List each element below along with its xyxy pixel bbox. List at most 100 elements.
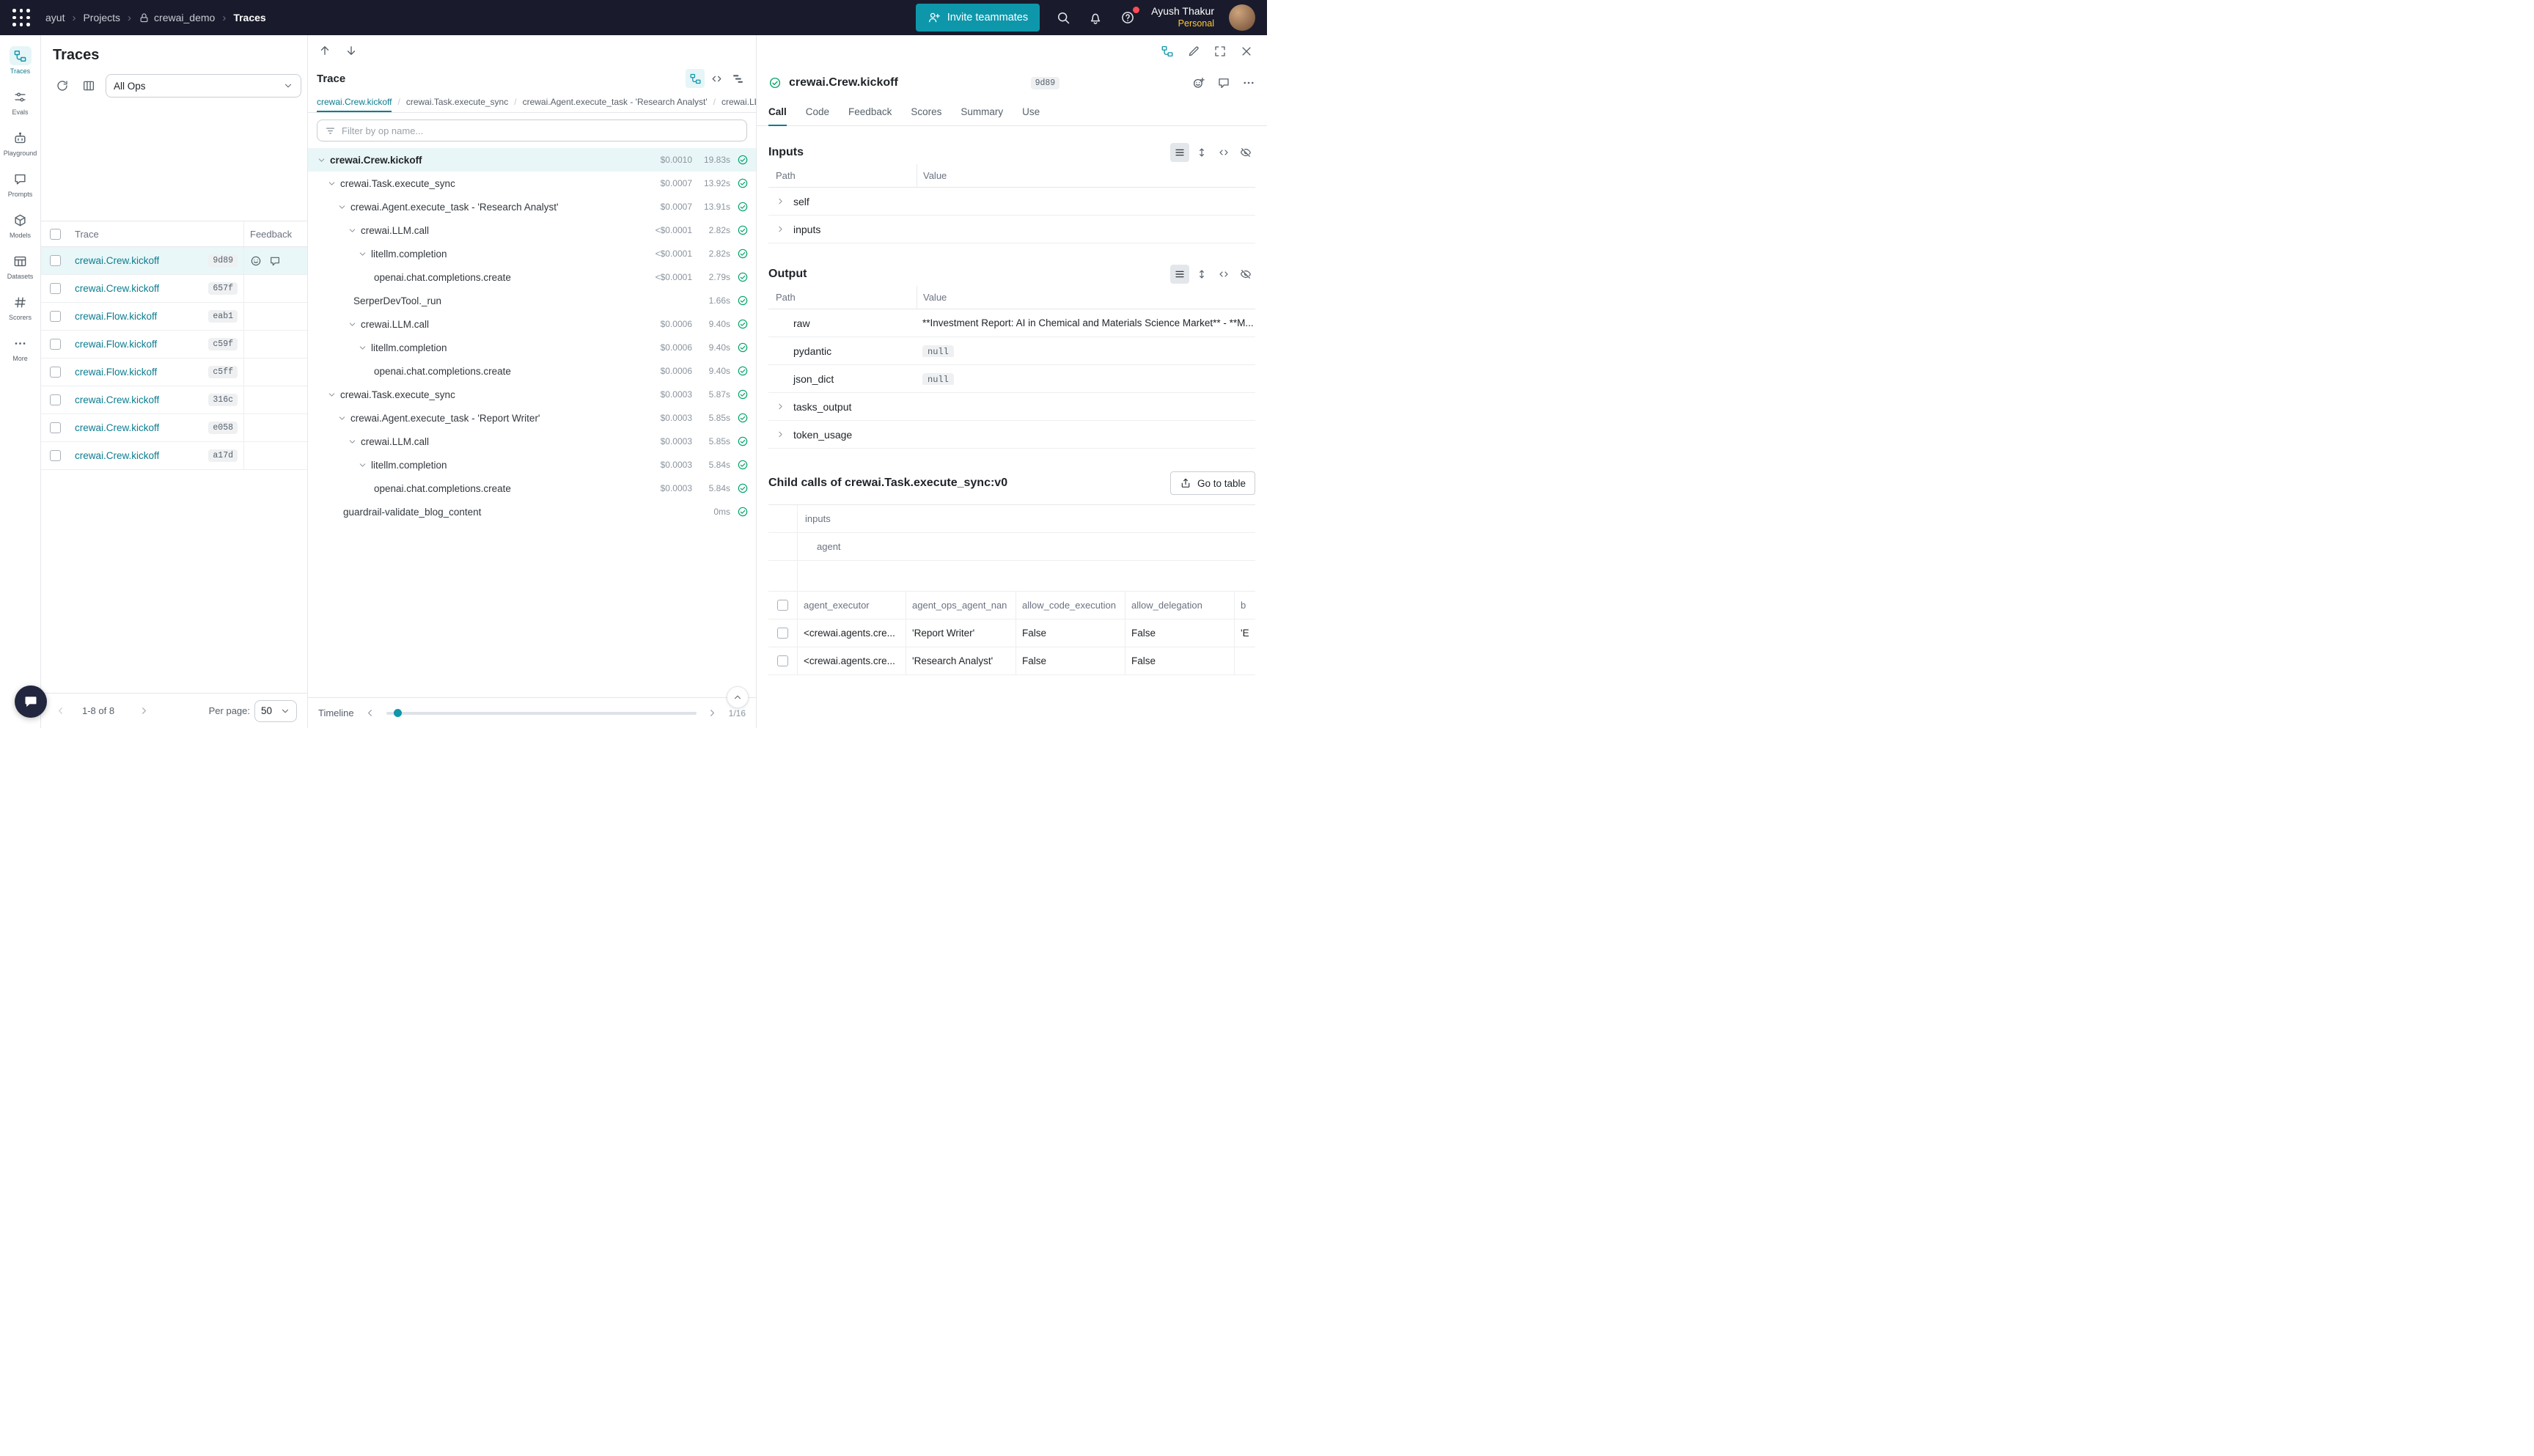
- trace-tree-row[interactable]: SerperDevTool._run 1.66s: [308, 289, 756, 312]
- wandb-logo[interactable]: [12, 8, 31, 27]
- table-row[interactable]: crewai.Flow.kickoffc59f: [41, 331, 307, 359]
- go-to-table-button[interactable]: Go to table: [1170, 471, 1255, 495]
- timeline-slider[interactable]: [386, 712, 697, 715]
- hide-values-icon[interactable]: [1236, 265, 1255, 284]
- timeline-prev-button[interactable]: [363, 706, 378, 721]
- prev-page-button[interactable]: [51, 702, 69, 720]
- chevron-right-icon[interactable]: [776, 196, 793, 206]
- trace-breadcrumb-item[interactable]: crewai.Task.execute_sync: [406, 97, 508, 112]
- timeline-next-button[interactable]: [705, 706, 720, 721]
- table-row[interactable]: crewai.Crew.kickoff657f: [41, 275, 307, 303]
- tab-use[interactable]: Use: [1022, 98, 1040, 126]
- code-view-icon[interactable]: [1214, 265, 1233, 284]
- trace-tree-row[interactable]: crewai.LLM.call $0.0003 5.85s: [308, 430, 756, 453]
- sidebar-item-models[interactable]: Models: [1, 207, 40, 243]
- trace-tree-row[interactable]: litellm.completion $0.0006 9.40s: [308, 336, 756, 359]
- breadcrumb-project[interactable]: crewai_demo: [139, 12, 215, 23]
- expand-all-icon[interactable]: [1192, 143, 1211, 162]
- chevron-down-icon[interactable]: [348, 226, 361, 235]
- chevron-down-icon[interactable]: [358, 249, 371, 259]
- add-reaction-icon[interactable]: [1192, 76, 1205, 89]
- trace-tree-row[interactable]: crewai.LLM.call $0.0006 9.40s: [308, 312, 756, 336]
- chevron-down-icon[interactable]: [327, 390, 340, 400]
- tab-summary[interactable]: Summary: [961, 98, 1003, 126]
- row-checkbox[interactable]: [777, 655, 788, 666]
- trace-breadcrumb-item[interactable]: crewai.Crew.kickoff: [317, 97, 392, 112]
- table-row[interactable]: crewai.Crew.kickoff9d89: [41, 247, 307, 275]
- tab-code[interactable]: Code: [806, 98, 829, 126]
- overflow-menu-icon[interactable]: [1242, 76, 1255, 89]
- search-icon[interactable]: [1054, 9, 1072, 26]
- expand-all-icon[interactable]: [1192, 265, 1211, 284]
- select-all-checkbox[interactable]: [50, 229, 61, 240]
- input-row-self[interactable]: self: [768, 188, 1255, 216]
- chevron-right-icon[interactable]: [776, 224, 793, 234]
- table-row[interactable]: <crewai.agents.cre... 'Report Writer' Fa…: [768, 619, 1255, 647]
- sidebar-item-evals[interactable]: Evals: [1, 84, 40, 120]
- collapse-timeline-button[interactable]: [727, 686, 749, 708]
- sidebar-item-prompts[interactable]: Prompts: [1, 166, 40, 202]
- output-row-tasks-output[interactable]: tasks_output: [768, 393, 1255, 421]
- op-filter-input[interactable]: [342, 125, 739, 136]
- next-page-button[interactable]: [135, 702, 153, 720]
- sidebar-item-datasets[interactable]: Datasets: [1, 248, 40, 284]
- column-header[interactable]: b: [1235, 592, 1255, 619]
- column-settings-button[interactable]: [79, 76, 98, 95]
- open-in-tree-icon[interactable]: [1157, 41, 1178, 62]
- list-view-icon[interactable]: [1170, 265, 1189, 284]
- chevron-down-icon[interactable]: [348, 437, 361, 446]
- comment-icon[interactable]: [1217, 76, 1230, 89]
- trace-tree-row[interactable]: guardrail-validate_blog_content 0ms: [308, 500, 756, 523]
- select-all-checkbox[interactable]: [777, 600, 788, 611]
- sidebar-item-traces[interactable]: Traces: [1, 43, 40, 78]
- chevron-right-icon[interactable]: [776, 402, 793, 411]
- column-header[interactable]: agent_ops_agent_nan: [906, 592, 1016, 619]
- trace-tree-row[interactable]: crewai.Crew.kickoff $0.0010 19.83s: [308, 148, 756, 172]
- trace-tree-row[interactable]: litellm.completion $0.0003 5.84s: [308, 453, 756, 477]
- ops-filter-select[interactable]: All Ops: [106, 74, 301, 98]
- trace-tree-row[interactable]: crewai.Agent.execute_task - 'Report Writ…: [308, 406, 756, 430]
- trace-tree-row[interactable]: crewai.Task.execute_sync $0.0007 13.92s: [308, 172, 756, 195]
- row-checkbox[interactable]: [50, 255, 61, 266]
- refresh-button[interactable]: [53, 76, 72, 95]
- chevron-down-icon[interactable]: [348, 320, 361, 329]
- output-row-raw[interactable]: raw **Investment Report: AI in Chemical …: [768, 309, 1255, 337]
- input-row-inputs[interactable]: inputs: [768, 216, 1255, 243]
- row-checkbox[interactable]: [50, 367, 61, 378]
- tab-scores[interactable]: Scores: [911, 98, 941, 126]
- notifications-bell-icon[interactable]: [1087, 9, 1104, 26]
- chevron-down-icon[interactable]: [358, 460, 371, 470]
- sidebar-item-playground[interactable]: Playground: [1, 125, 40, 161]
- table-row[interactable]: crewai.Crew.kickoffe058: [41, 414, 307, 442]
- chevron-down-icon[interactable]: [358, 343, 371, 353]
- hide-values-icon[interactable]: [1236, 143, 1255, 162]
- chevron-right-icon[interactable]: [776, 430, 793, 439]
- breadcrumb-projects[interactable]: Projects: [83, 12, 120, 23]
- breadcrumb-entity[interactable]: ayut: [45, 12, 65, 23]
- code-view-button[interactable]: [707, 69, 726, 88]
- table-row[interactable]: crewai.Flow.kickoffc5ff: [41, 359, 307, 386]
- close-icon[interactable]: [1236, 41, 1257, 62]
- next-call-arrow-icon[interactable]: [345, 44, 358, 57]
- fullscreen-icon[interactable]: [1210, 41, 1230, 62]
- avatar[interactable]: [1229, 4, 1255, 31]
- output-row-token-usage[interactable]: token_usage: [768, 421, 1255, 449]
- column-header[interactable]: allow_delegation: [1125, 592, 1235, 619]
- trace-tree-row[interactable]: openai.chat.completions.create $0.0006 9…: [308, 359, 756, 383]
- feedback-column-header[interactable]: Feedback: [243, 221, 307, 246]
- table-row[interactable]: crewai.Crew.kickoffa17d: [41, 442, 307, 470]
- table-row[interactable]: crewai.Flow.kickoffeab1: [41, 303, 307, 331]
- support-chat-button[interactable]: [15, 685, 47, 718]
- trace-breadcrumb-item[interactable]: crewai.LLM.cal: [721, 97, 756, 112]
- output-row-json-dict[interactable]: json_dict null: [768, 365, 1255, 393]
- column-header[interactable]: agent_executor: [798, 592, 906, 619]
- per-page-select[interactable]: 50: [254, 700, 297, 722]
- tab-feedback[interactable]: Feedback: [848, 98, 892, 126]
- code-view-icon[interactable]: [1214, 143, 1233, 162]
- table-row[interactable]: crewai.Crew.kickoff316c: [41, 386, 307, 414]
- emoji-feedback-icon[interactable]: [250, 255, 262, 267]
- comment-feedback-icon[interactable]: [269, 255, 281, 267]
- trace-tree-row[interactable]: litellm.completion <$0.0001 2.82s: [308, 242, 756, 265]
- flame-view-button[interactable]: [728, 69, 747, 88]
- sidebar-item-scorers[interactable]: Scorers: [1, 289, 40, 325]
